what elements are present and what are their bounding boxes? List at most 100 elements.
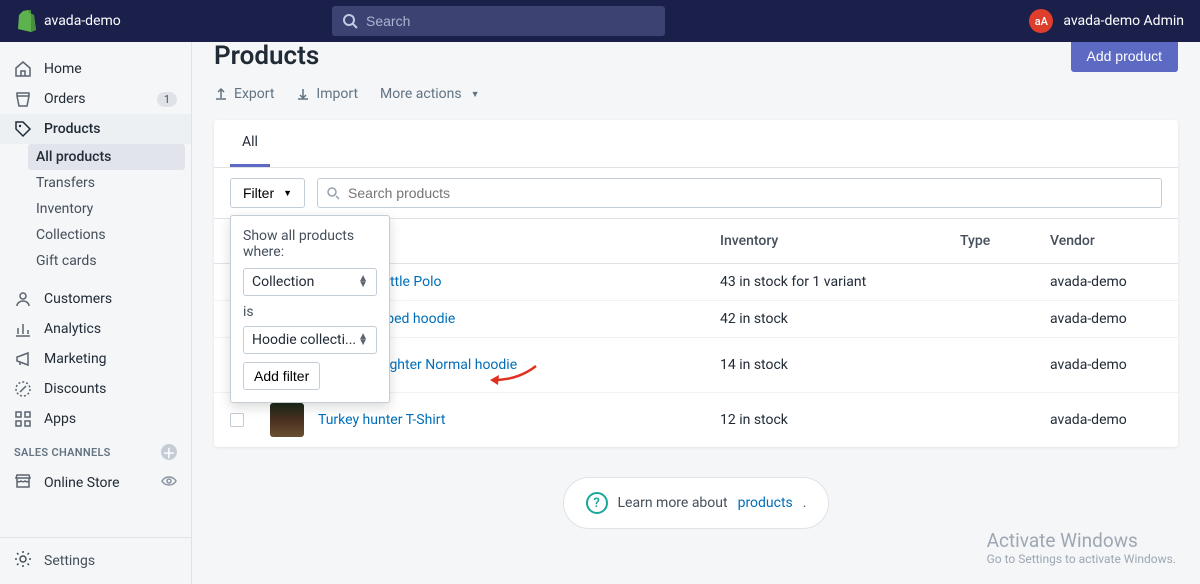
customer-icon	[14, 290, 32, 308]
tabs: All	[214, 120, 1178, 168]
inventory-cell: 43 in stock for 1 variant	[720, 274, 960, 290]
sidebar-item-analytics[interactable]: Analytics	[0, 314, 191, 344]
add-product-button[interactable]: Add product	[1071, 42, 1179, 72]
vendor-cell: avada-demo	[1050, 274, 1162, 290]
filter-field-select[interactable]: Collection ▲▼	[243, 268, 377, 296]
toolbar-label: More actions	[380, 86, 462, 102]
apps-icon	[14, 410, 32, 428]
sidebar-item-label: Customers	[44, 291, 112, 307]
vendor-cell: avada-demo	[1050, 311, 1162, 327]
product-search-input[interactable]	[317, 178, 1162, 208]
learn-more-link[interactable]: products	[738, 495, 793, 511]
row-checkbox[interactable]	[230, 413, 244, 427]
sidebar-item-home[interactable]: Home	[0, 54, 191, 84]
inventory-cell: 14 in stock	[720, 357, 960, 373]
sidebar-item-label: Analytics	[44, 321, 101, 337]
chevron-down-icon: ▼	[283, 188, 292, 198]
filter-button[interactable]: Filter ▼	[230, 178, 305, 208]
more-actions-button[interactable]: More actions ▼	[380, 86, 480, 102]
analytics-icon	[14, 320, 32, 338]
discount-icon	[14, 380, 32, 398]
user-name: avada-demo Admin	[1063, 13, 1184, 29]
orders-icon	[14, 90, 32, 108]
user-menu[interactable]: aA avada-demo Admin	[1029, 9, 1184, 33]
vendor-cell: avada-demo	[1050, 412, 1162, 428]
sidebar-item-marketing[interactable]: Marketing	[0, 344, 191, 374]
add-channel-button[interactable]: ＋	[161, 444, 177, 460]
sidebar-sub-inventory[interactable]: Inventory	[0, 196, 191, 222]
inventory-cell: 42 in stock	[720, 311, 960, 327]
sidebar-item-label: Orders	[44, 91, 86, 107]
main-content: Products Add product Export Import More …	[192, 42, 1200, 584]
filter-label: Filter	[243, 185, 274, 201]
sidebar-item-label: Apps	[44, 411, 76, 427]
search-icon	[326, 186, 340, 204]
global-search-wrap	[332, 6, 665, 36]
logo-area: avada-demo	[16, 10, 186, 32]
sidebar: Home Orders 1 Products All products Tran…	[0, 42, 192, 584]
learn-more-card: ? Learn more about products.	[563, 477, 830, 529]
select-chevrons-icon: ▲▼	[358, 334, 368, 346]
add-filter-button[interactable]: Add filter	[243, 362, 320, 390]
filter-popover: Show all products where: Collection ▲▼ i…	[230, 215, 390, 403]
sidebar-sub-transfers[interactable]: Transfers	[0, 170, 191, 196]
page-toolbar: Export Import More actions ▼	[214, 80, 1178, 120]
sidebar-item-settings[interactable]: Settings	[0, 538, 191, 584]
filter-value-select[interactable]: Hoodie collecti... ▲▼	[243, 326, 377, 354]
preview-store-icon[interactable]	[161, 473, 177, 493]
select-value: Hoodie collecti...	[252, 332, 356, 348]
sidebar-sub-all-products[interactable]: All products	[28, 144, 185, 170]
sidebar-item-online-store[interactable]: Online Store	[0, 466, 191, 500]
sidebar-sub-collections[interactable]: Collections	[0, 222, 191, 248]
export-button[interactable]: Export	[214, 86, 274, 102]
section-header-label: SALES CHANNELS	[14, 446, 111, 459]
avatar: aA	[1029, 9, 1053, 33]
sidebar-item-discounts[interactable]: Discounts	[0, 374, 191, 404]
gear-icon	[14, 550, 32, 572]
is-label: is	[243, 304, 377, 320]
help-icon: ?	[586, 492, 608, 514]
sales-channels-header: SALES CHANNELS ＋	[0, 434, 191, 466]
header-inventory[interactable]: Inventory	[720, 233, 960, 249]
top-bar: avada-demo aA avada-demo Admin	[0, 0, 1200, 42]
store-name: avada-demo	[44, 13, 121, 29]
learn-more-text: Learn more about	[618, 495, 728, 511]
tag-icon	[14, 120, 32, 138]
popover-title: Show all products where:	[243, 228, 377, 260]
select-value: Collection	[252, 274, 314, 290]
megaphone-icon	[14, 350, 32, 368]
header-type[interactable]: Type	[960, 233, 1050, 249]
filter-row: Filter ▼	[214, 168, 1178, 219]
sidebar-item-label: Marketing	[44, 351, 107, 367]
sidebar-item-label: Products	[44, 121, 101, 137]
toolbar-label: Export	[234, 86, 274, 102]
global-search-input[interactable]	[332, 6, 665, 36]
page-title: Products	[214, 42, 319, 71]
import-button[interactable]: Import	[296, 86, 358, 102]
sidebar-item-label: Settings	[44, 553, 95, 569]
store-icon	[14, 472, 32, 494]
products-card: All Filter ▼ Show all products where: Co…	[214, 120, 1178, 447]
sidebar-item-products[interactable]: Products	[0, 114, 191, 144]
toolbar-label: Import	[316, 86, 358, 102]
export-icon	[214, 87, 228, 101]
sidebar-item-label: Online Store	[44, 475, 120, 491]
inventory-cell: 12 in stock	[720, 412, 960, 428]
orders-badge: 1	[157, 92, 177, 107]
header-vendor[interactable]: Vendor	[1050, 233, 1162, 249]
chevron-down-icon: ▼	[471, 89, 480, 100]
home-icon	[14, 60, 32, 78]
vendor-cell: avada-demo	[1050, 357, 1162, 373]
import-icon	[296, 87, 310, 101]
sidebar-sub-gift-cards[interactable]: Gift cards	[0, 248, 191, 274]
shopify-logo-icon	[16, 10, 36, 32]
sidebar-item-orders[interactable]: Orders 1	[0, 84, 191, 114]
sidebar-item-label: Discounts	[44, 381, 106, 397]
select-chevrons-icon: ▲▼	[358, 276, 368, 288]
product-thumbnail	[270, 403, 304, 437]
product-link[interactable]: Turkey hunter T-Shirt	[318, 412, 445, 428]
sidebar-item-customers[interactable]: Customers	[0, 284, 191, 314]
sidebar-item-apps[interactable]: Apps	[0, 404, 191, 434]
tab-all[interactable]: All	[230, 120, 270, 167]
sidebar-item-label: Home	[44, 61, 82, 77]
